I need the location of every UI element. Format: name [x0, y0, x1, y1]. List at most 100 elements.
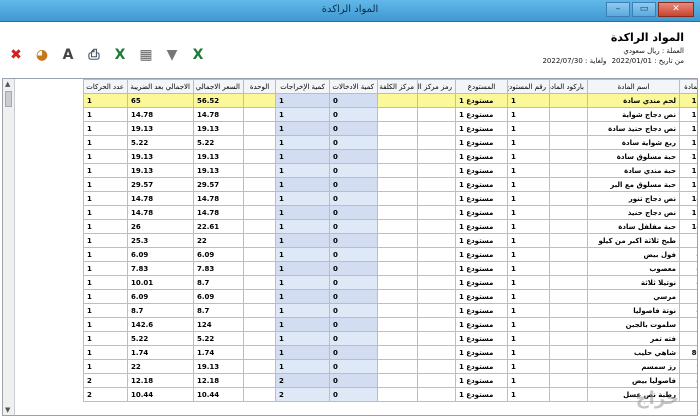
table-row[interactable]: 134018معصوب1مستودع 1017.837.831	[83, 261, 697, 276]
filter-icon[interactable]: ▼	[164, 46, 180, 64]
total-price-cell: 19.13	[193, 149, 244, 164]
moves-count-cell: 1	[83, 275, 128, 290]
cost-center-cell	[377, 205, 418, 220]
total-price-cell: 8.7	[193, 303, 244, 318]
cost-center-cell	[377, 219, 418, 234]
unit-cell	[243, 261, 276, 276]
cost-center-cell	[377, 275, 418, 290]
scroll-up-icon[interactable]: ▲	[5, 80, 10, 88]
table-row[interactable]: 713010حبة مسلوق مع البر1مستودع 10129.572…	[83, 177, 697, 192]
unit-cell	[243, 135, 276, 150]
total-price-cell: 19.13	[193, 121, 244, 136]
table-header-row: رقم المادة اسم المادة باركود المادة رقم …	[83, 79, 697, 94]
cost-center-code-cell	[417, 177, 456, 192]
table-row[interactable]: 177سلموت بالجبن1مستودع 101124142.61	[83, 317, 697, 332]
in-qty-cell: 0	[329, 233, 378, 248]
cost-center-code-cell	[417, 275, 456, 290]
warehouse-cell: مستودع 1	[455, 303, 508, 318]
table-row[interactable]: 1119طبخ ثلاثة اكبر من كيلو1مستودع 101222…	[83, 233, 697, 248]
total-price-cell: 6.09	[193, 247, 244, 262]
maximize-button[interactable]: ▭	[632, 2, 656, 17]
cost-center-code-cell	[417, 93, 456, 108]
excel-export-icon[interactable]: X	[190, 46, 206, 64]
unit-cell	[243, 233, 276, 248]
print-icon[interactable]: ⎙	[86, 46, 102, 64]
moves-count-cell: 1	[83, 233, 128, 248]
table-row[interactable]: 814002نص دجاج تنور1مستودع 10114.7814.781	[83, 191, 697, 206]
table-row[interactable]: 613007حبة مندي سادة1مستودع 10119.1319.13…	[83, 163, 697, 178]
col-item-name[interactable]: اسم المادة	[587, 79, 680, 94]
col-warehouse[interactable]: المستودع	[455, 79, 508, 94]
col-barcode[interactable]: باركود المادة	[549, 79, 588, 94]
table-row[interactable]: 111001لحم مندي سادة1مستودع 10156.52651	[83, 93, 697, 108]
cost-center-cell	[377, 247, 418, 262]
close-button[interactable]: ✕	[658, 2, 694, 17]
to-date: ولغاية : 2022/07/30	[542, 57, 607, 65]
total-price-cell: 124	[193, 317, 244, 332]
total-after-tax-cell: 1.74	[127, 345, 194, 360]
barcode-cell	[549, 331, 588, 346]
cost-center-cell	[377, 135, 418, 150]
item-name-cell: نوتيلا ثلاثة	[587, 275, 680, 290]
palette-icon[interactable]: ◕	[34, 46, 50, 64]
col-moves-count[interactable]: عدد الحركات	[83, 79, 128, 94]
close-report-icon[interactable]: ✖	[8, 46, 24, 64]
unit-cell	[243, 149, 276, 164]
table-row[interactable]: 187004فته تمر1مستودع 1015.225.221	[83, 331, 697, 346]
col-unit[interactable]: الوحدة	[243, 79, 276, 94]
calculator-icon[interactable]: ▦	[138, 46, 154, 64]
table-row[interactable]: 212004نص دجاج شواية1مستودع 10114.7814.78…	[83, 107, 697, 122]
warehouse-no-cell: 1	[507, 149, 550, 164]
col-total-price[interactable]: السعر الاجمالي	[193, 79, 244, 94]
total-after-tax-cell: 10.44	[127, 387, 194, 402]
item-name-cell: حبة مسلوق مع البر	[587, 177, 680, 192]
warehouse-cell: مستودع 1	[455, 359, 508, 374]
scroll-thumb[interactable]	[5, 91, 12, 107]
table-row[interactable]: 912016نص دجاج حنيذ1مستودع 10114.7814.781	[83, 205, 697, 220]
table-row[interactable]: 1980004شاهي حليب1مستودع 1011.741.741	[83, 345, 697, 360]
col-cost-center-code[interactable]: رمز مركز الكلفة	[417, 79, 456, 94]
col-total-after-tax[interactable]: الاجمالي بعد الضريبة	[127, 79, 194, 94]
table-row[interactable]: 1014008حبة مفلفل سادة1مستودع 10122.61261	[83, 219, 697, 234]
font-icon[interactable]: A	[60, 46, 76, 64]
warehouse-cell: مستودع 1	[455, 205, 508, 220]
table-row[interactable]: 222008رطبة نص عسل1مستودع 10210.4410.442	[83, 387, 697, 402]
table-row[interactable]: 144020نوتيلا ثلاثة1مستودع 1018.710.011	[83, 275, 697, 290]
col-cost-center[interactable]: مركز الكلفة	[377, 79, 418, 94]
total-price-cell: 29.57	[193, 177, 244, 192]
excel-icon[interactable]: X	[112, 46, 128, 64]
total-price-cell: 22.61	[193, 219, 244, 234]
col-out-qty[interactable]: كمية الإخراجات	[275, 79, 330, 94]
warehouse-cell: مستودع 1	[455, 233, 508, 248]
item-name-cell: فول بيض	[587, 247, 680, 262]
item-name-cell: لحم مندي سادة	[587, 93, 680, 108]
out-qty-cell: 1	[275, 303, 330, 318]
minimize-button[interactable]: –	[606, 2, 630, 17]
item-code-cell: 4020	[679, 275, 697, 290]
table-row[interactable]: 124017فول بيض1مستودع 1016.096.091	[83, 247, 697, 262]
col-item-code[interactable]: رقم المادة	[679, 79, 697, 94]
vertical-scrollbar[interactable]: ▲ ▼	[3, 79, 15, 415]
table-row[interactable]: 209003رز سمسم1مستودع 10119.13221	[83, 359, 697, 374]
item-code-cell: 13007	[679, 163, 697, 178]
in-qty-cell: 0	[329, 359, 378, 374]
table-row[interactable]: 412010ربع شواية سادة1مستودع 1015.225.221	[83, 135, 697, 150]
in-qty-cell: 0	[329, 149, 378, 164]
unit-cell	[243, 359, 276, 374]
unit-cell	[243, 275, 276, 290]
unit-cell	[243, 303, 276, 318]
col-warehouse-no[interactable]: رقم المستودع	[507, 79, 550, 94]
scroll-down-icon[interactable]: ▼	[5, 406, 10, 414]
total-price-cell: 22	[193, 233, 244, 248]
from-date: من تاريخ : 2022/01/01	[611, 57, 684, 65]
total-price-cell: 7.83	[193, 261, 244, 276]
warehouse-no-cell: 1	[507, 107, 550, 122]
cost-center-code-cell	[417, 289, 456, 304]
table-row[interactable]: 312007نص دجاج حنيذ سادة1مستودع 10119.131…	[83, 121, 697, 136]
table-row[interactable]: 155001مرسي1مستودع 1016.096.091	[83, 289, 697, 304]
table-row[interactable]: 513004حبة مسلوق سادة1مستودع 10119.1319.1…	[83, 149, 697, 164]
warehouse-cell: مستودع 1	[455, 177, 508, 192]
table-row[interactable]: 164004نوتة فاصوليا1مستودع 1018.78.71	[83, 303, 697, 318]
table-row[interactable]: 214014فاصوليا بيض1مستودع 10212.1812.182	[83, 373, 697, 388]
col-in-qty[interactable]: كمية الادخالات	[329, 79, 378, 94]
